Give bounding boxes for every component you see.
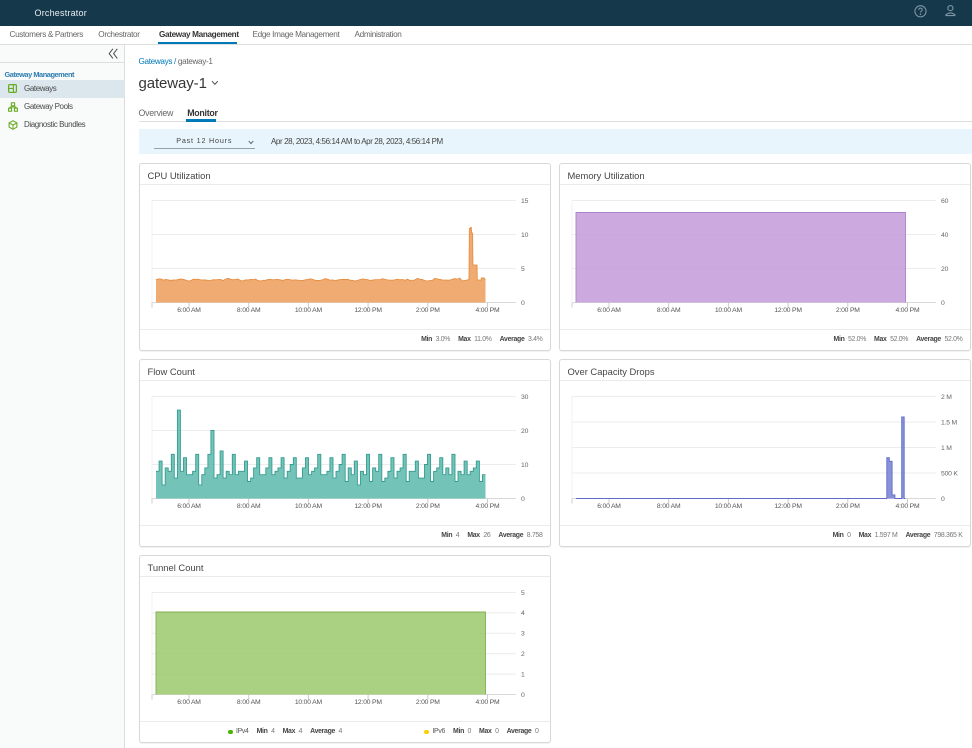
svg-text:40: 40 <box>941 232 949 239</box>
svg-text:10:00 AM: 10:00 AM <box>295 503 323 510</box>
svg-text:10: 10 <box>521 462 529 469</box>
svg-text:4:00 PM: 4:00 PM <box>896 503 920 510</box>
svg-text:4:00 PM: 4:00 PM <box>476 699 500 706</box>
svg-text:12:00 PM: 12:00 PM <box>354 307 382 314</box>
svg-text:500 K: 500 K <box>941 470 958 477</box>
svg-text:2:00 PM: 2:00 PM <box>416 307 440 314</box>
svg-text:60: 60 <box>941 198 949 205</box>
svg-text:3: 3 <box>521 631 525 638</box>
svg-text:5: 5 <box>521 266 525 273</box>
svg-text:6:00 AM: 6:00 AM <box>597 307 621 314</box>
svg-text:10:00 AM: 10:00 AM <box>715 503 743 510</box>
svg-text:0: 0 <box>521 692 525 699</box>
svg-text:2:00 PM: 2:00 PM <box>416 503 440 510</box>
svg-text:12:00 PM: 12:00 PM <box>774 503 802 510</box>
svg-text:8:00 AM: 8:00 AM <box>657 503 681 510</box>
svg-text:8:00 AM: 8:00 AM <box>657 307 681 314</box>
svg-text:20: 20 <box>941 266 949 273</box>
svg-text:8:00 AM: 8:00 AM <box>237 307 261 314</box>
svg-text:10:00 AM: 10:00 AM <box>295 307 323 314</box>
svg-text:1.5 M: 1.5 M <box>941 419 958 426</box>
svg-text:2:00 PM: 2:00 PM <box>836 307 860 314</box>
svg-text:4: 4 <box>521 610 525 617</box>
svg-text:4:00 PM: 4:00 PM <box>476 503 500 510</box>
svg-text:30: 30 <box>521 394 529 401</box>
svg-text:1: 1 <box>521 671 525 678</box>
svg-text:4:00 PM: 4:00 PM <box>476 307 500 314</box>
svg-text:12:00 PM: 12:00 PM <box>354 699 382 706</box>
svg-text:8:00 AM: 8:00 AM <box>237 503 261 510</box>
svg-text:6:00 AM: 6:00 AM <box>177 699 201 706</box>
svg-text:6:00 AM: 6:00 AM <box>597 503 621 510</box>
svg-text:0: 0 <box>521 496 525 503</box>
svg-text:12:00 PM: 12:00 PM <box>354 503 382 510</box>
svg-text:4:00 PM: 4:00 PM <box>896 307 920 314</box>
svg-text:20: 20 <box>521 428 529 435</box>
svg-text:2:00 PM: 2:00 PM <box>836 503 860 510</box>
svg-text:5: 5 <box>521 590 525 597</box>
svg-text:2 M: 2 M <box>941 394 952 401</box>
svg-text:0: 0 <box>521 300 525 307</box>
svg-text:10: 10 <box>521 232 529 239</box>
svg-text:15: 15 <box>521 198 529 205</box>
svg-text:6:00 AM: 6:00 AM <box>177 503 201 510</box>
svg-text:0: 0 <box>941 300 945 307</box>
svg-text:0: 0 <box>941 496 945 503</box>
svg-text:12:00 PM: 12:00 PM <box>774 307 802 314</box>
svg-text:2:00 PM: 2:00 PM <box>416 699 440 706</box>
svg-text:8:00 AM: 8:00 AM <box>237 699 261 706</box>
svg-text:6:00 AM: 6:00 AM <box>177 307 201 314</box>
svg-text:10:00 AM: 10:00 AM <box>715 307 743 314</box>
svg-text:1 M: 1 M <box>941 445 952 452</box>
svg-text:2: 2 <box>521 651 525 658</box>
svg-text:10:00 AM: 10:00 AM <box>295 699 323 706</box>
